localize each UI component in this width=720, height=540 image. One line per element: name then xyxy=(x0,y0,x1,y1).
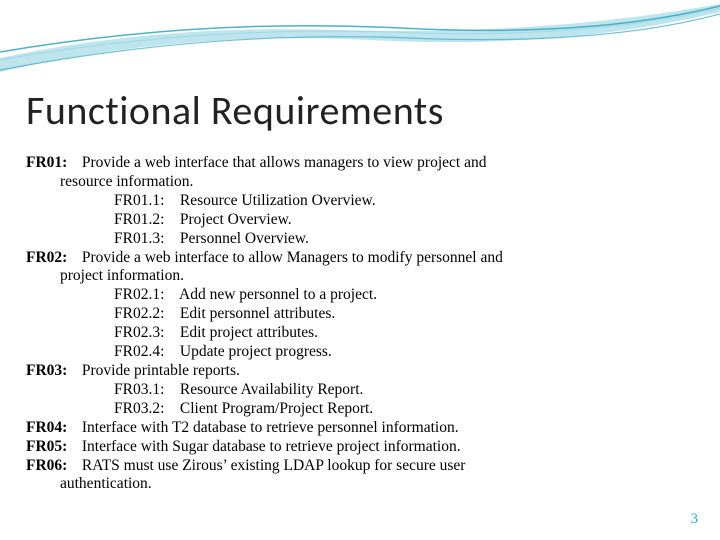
sub-requirement-id: FR03.1: xyxy=(114,381,176,400)
sub-requirement-text: Resource Availability Report. xyxy=(176,381,363,398)
sub-requirement-id: FR01.3: xyxy=(114,230,176,249)
sub-requirement-text: Update project progress. xyxy=(176,343,332,360)
sub-requirement-item: FR01.2: Project Overview. xyxy=(114,211,696,230)
sub-requirement-item: FR02.3: Edit project attributes. xyxy=(114,324,696,343)
requirement-item: FR05: Interface with Sugar database to r… xyxy=(26,438,696,457)
sub-requirement-text: Edit project attributes. xyxy=(176,324,318,341)
requirement-continuation: authentication. xyxy=(60,475,696,494)
sub-requirement-list: FR01.1: Resource Utilization Overview.FR… xyxy=(114,192,696,249)
sub-requirement-item: FR03.2: Client Program/Project Report. xyxy=(114,400,696,419)
sub-requirement-id: FR01.1: xyxy=(114,192,176,211)
sub-requirement-list: FR02.1: Add new personnel to a project.F… xyxy=(114,286,696,362)
requirement-item: FR04: Interface with T2 database to retr… xyxy=(26,419,696,438)
sub-requirement-text: Edit personnel attributes. xyxy=(176,305,335,322)
requirement-item: FR03: Provide printable reports.FR03.1: … xyxy=(26,362,696,419)
sub-requirement-text: Client Program/Project Report. xyxy=(176,400,373,417)
sub-requirement-text: Personnel Overview. xyxy=(176,230,309,247)
requirement-continuation: resource information. xyxy=(60,173,696,192)
requirement-id: FR03: xyxy=(26,362,78,381)
requirement-id: FR02: xyxy=(26,249,78,268)
requirement-line: FR06: RATS must use Zirous’ existing LDA… xyxy=(26,457,696,476)
requirement-text: RATS must use Zirous’ existing LDAP look… xyxy=(78,457,465,474)
sub-requirement-item: FR02.4: Update project progress. xyxy=(114,343,696,362)
requirement-item: FR02: Provide a web interface to allow M… xyxy=(26,249,696,362)
sub-requirement-id: FR01.2: xyxy=(114,211,176,230)
sub-requirement-item: FR03.1: Resource Availability Report. xyxy=(114,381,696,400)
requirement-text: Provide a web interface to allow Manager… xyxy=(78,249,503,266)
requirement-item: FR01: Provide a web interface that allow… xyxy=(26,154,696,249)
sub-requirement-list: FR03.1: Resource Availability Report.FR0… xyxy=(114,381,696,419)
requirement-continuation: project information. xyxy=(60,267,696,286)
requirement-line: FR03: Provide printable reports. xyxy=(26,362,696,381)
sub-requirement-item: FR01.1: Resource Utilization Overview. xyxy=(114,192,696,211)
requirement-id: FR05: xyxy=(26,438,78,457)
requirement-item: FR06: RATS must use Zirous’ existing LDA… xyxy=(26,457,696,495)
sub-requirement-id: FR02.1: xyxy=(114,286,176,305)
requirement-line: FR02: Provide a web interface to allow M… xyxy=(26,249,696,268)
sub-requirement-id: FR03.2: xyxy=(114,400,176,419)
requirement-id: FR04: xyxy=(26,419,78,438)
requirement-text: Provide a web interface that allows mana… xyxy=(78,154,486,171)
requirement-line: FR05: Interface with Sugar database to r… xyxy=(26,438,696,457)
requirement-text: Interface with Sugar database to retriev… xyxy=(78,438,461,455)
requirement-id: FR06: xyxy=(26,457,78,476)
requirements-body: FR01: Provide a web interface that allow… xyxy=(26,154,696,494)
sub-requirement-id: FR02.2: xyxy=(114,305,176,324)
header-swoosh-graphic xyxy=(0,0,720,90)
sub-requirement-item: FR01.3: Personnel Overview. xyxy=(114,230,696,249)
sub-requirement-item: FR02.1: Add new personnel to a project. xyxy=(114,286,696,305)
slide-title: Functional Requirements xyxy=(26,86,444,135)
sub-requirement-text: Resource Utilization Overview. xyxy=(176,192,376,209)
sub-requirement-id: FR02.4: xyxy=(114,343,176,362)
requirement-id: FR01: xyxy=(26,154,78,173)
sub-requirement-text: Add new personnel to a project. xyxy=(176,286,377,303)
sub-requirement-text: Project Overview. xyxy=(176,211,292,228)
sub-requirement-id: FR02.3: xyxy=(114,324,176,343)
requirement-text: Interface with T2 database to retrieve p… xyxy=(78,419,459,436)
requirement-line: FR01: Provide a web interface that allow… xyxy=(26,154,696,173)
sub-requirement-item: FR02.2: Edit personnel attributes. xyxy=(114,305,696,324)
page-number: 3 xyxy=(691,511,699,528)
requirement-line: FR04: Interface with T2 database to retr… xyxy=(26,419,696,438)
requirement-text: Provide printable reports. xyxy=(78,362,240,379)
